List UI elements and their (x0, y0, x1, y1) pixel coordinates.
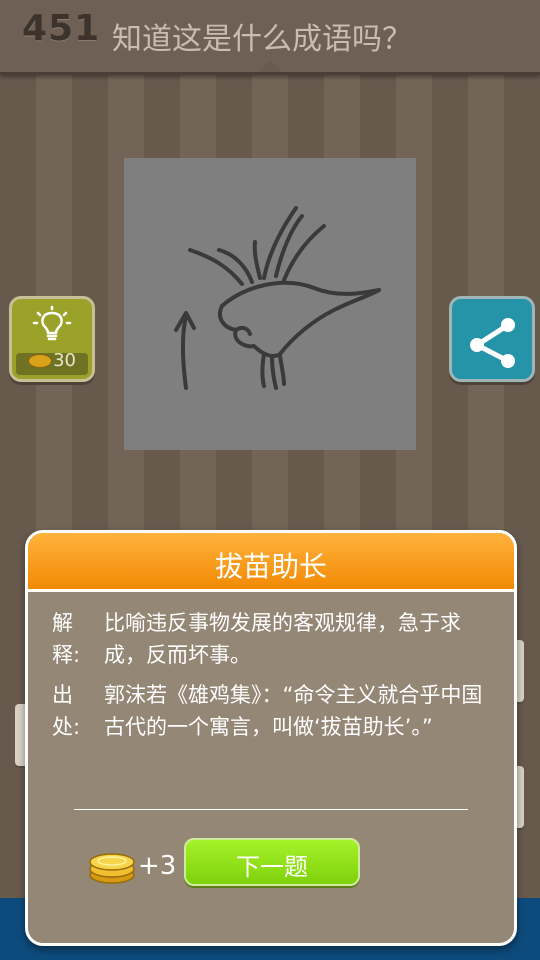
next-question-label: 下一题 (236, 853, 308, 881)
hint-cost: 30 (53, 350, 76, 371)
popup-header: 拔苗助长 (28, 533, 514, 592)
next-question-button[interactable]: 下一题 (184, 838, 360, 886)
idiom-title: 拔苗助长 (214, 550, 327, 583)
source-text: 郭沫若《雄鸡集》：“命令主义就合乎中国古代的一个寓言，叫做‘拔苗助长’。” (104, 683, 483, 739)
coins-icon (88, 845, 138, 889)
pulling-seedling-drawing (174, 206, 381, 390)
share-icon (470, 318, 515, 368)
header-pointer (258, 60, 282, 72)
source-label: 出处: (52, 683, 81, 739)
hint-cost-bar: 30 (16, 350, 88, 375)
explanation-text: 比喻违反事物发展的客观规律，急于求成，反而坏事。 (104, 611, 461, 667)
divider (74, 809, 468, 810)
puzzle-image (124, 158, 416, 450)
reward-amount: +3 (138, 851, 177, 881)
question-text: 知道这是什么成语吗？ (112, 22, 412, 57)
lightbulb-icon (32, 305, 72, 349)
level-number: 451 (22, 8, 101, 49)
answer-popup: 拔苗助长 解释: 比喻违反事物发展的客观规律，急于求成，反而坏事。 出处: 郭沫… (25, 530, 517, 946)
share-button[interactable] (449, 296, 535, 382)
explanation-label: 解释: (52, 611, 81, 667)
hint-button[interactable]: 30 (9, 296, 95, 382)
coin-icon (28, 354, 52, 368)
